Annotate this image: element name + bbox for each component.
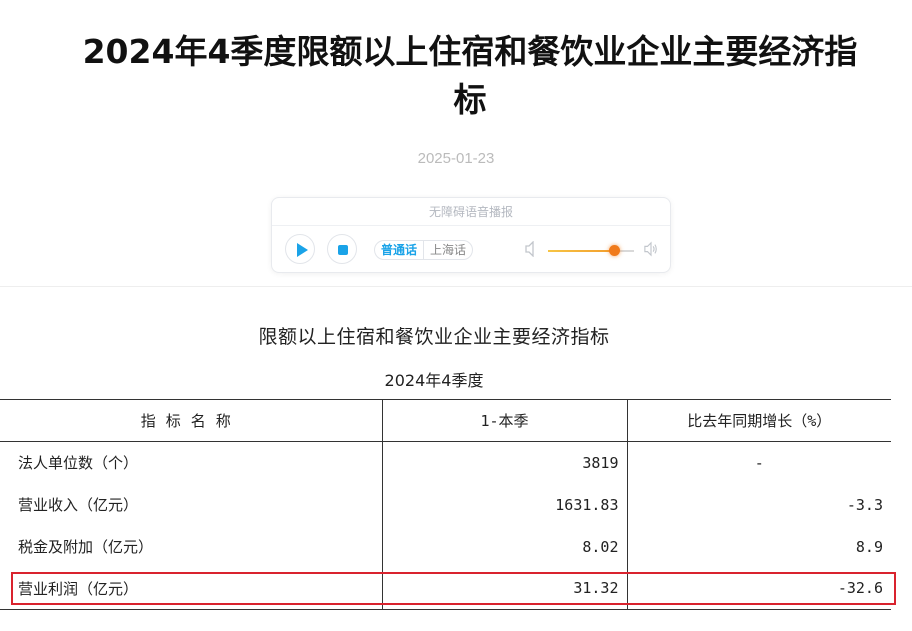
volume-high-icon[interactable] bbox=[644, 241, 658, 257]
volume-slider[interactable] bbox=[548, 250, 634, 252]
row-label: 法人单位数（个） bbox=[18, 454, 139, 473]
table-row: 税金及附加（亿元） 8.02 8.9 bbox=[0, 525, 891, 568]
volume-low-icon[interactable] bbox=[524, 241, 538, 257]
column-header-indicator: 指标名称 bbox=[0, 399, 382, 442]
table-title: 限额以上住宿和餐饮业企业主要经济指标 bbox=[258, 326, 610, 348]
column-header-quarter: 1-本季 bbox=[381, 399, 627, 442]
audio-player-header: 无障碍语音播报 bbox=[272, 198, 670, 226]
row-label: 税金及附加（亿元） bbox=[18, 538, 154, 556]
row-value: 1631.83 bbox=[381, 483, 627, 526]
row-value: 8.02 bbox=[381, 525, 627, 568]
column-header-growth: 比去年同期增长（%） bbox=[626, 399, 891, 442]
row-value: 3819 bbox=[381, 441, 627, 484]
table-row: 营业收入（亿元） 1631.83 -3.3 bbox=[0, 483, 891, 526]
page-title: 2024年4季度限额以上住宿和餐饮业企业主要经济指标 bbox=[82, 32, 858, 119]
row-growth: -3.3 bbox=[626, 483, 891, 526]
language-toggle: 普通话 上海话 bbox=[374, 240, 474, 260]
table-subtitle: 2024年4季度 bbox=[384, 371, 484, 390]
table-row: 法人单位数（个） 3819 - bbox=[0, 441, 891, 484]
volume-slider-handle[interactable] bbox=[609, 245, 620, 256]
publish-date: 2025-01-23 bbox=[417, 150, 495, 167]
row-label: 营业收入（亿元） bbox=[18, 496, 139, 514]
play-icon bbox=[297, 243, 308, 257]
section-divider bbox=[0, 286, 912, 287]
row-growth: 8.9 bbox=[626, 525, 891, 568]
lang-option-mandarin[interactable]: 普通话 bbox=[375, 241, 425, 259]
lang-option-shanghainese[interactable]: 上海话 bbox=[424, 241, 472, 259]
audio-player: 无障碍语音播报 普通话 上海话 bbox=[271, 197, 671, 273]
highlight-box bbox=[11, 572, 896, 605]
play-button[interactable] bbox=[285, 234, 315, 264]
table-header-row: 指标名称 1-本季 比去年同期增长（%） bbox=[0, 399, 891, 442]
stop-button[interactable] bbox=[327, 234, 357, 264]
row-growth: - bbox=[626, 441, 891, 484]
audio-controls: 普通话 上海话 bbox=[272, 226, 670, 273]
stop-icon bbox=[338, 245, 348, 255]
